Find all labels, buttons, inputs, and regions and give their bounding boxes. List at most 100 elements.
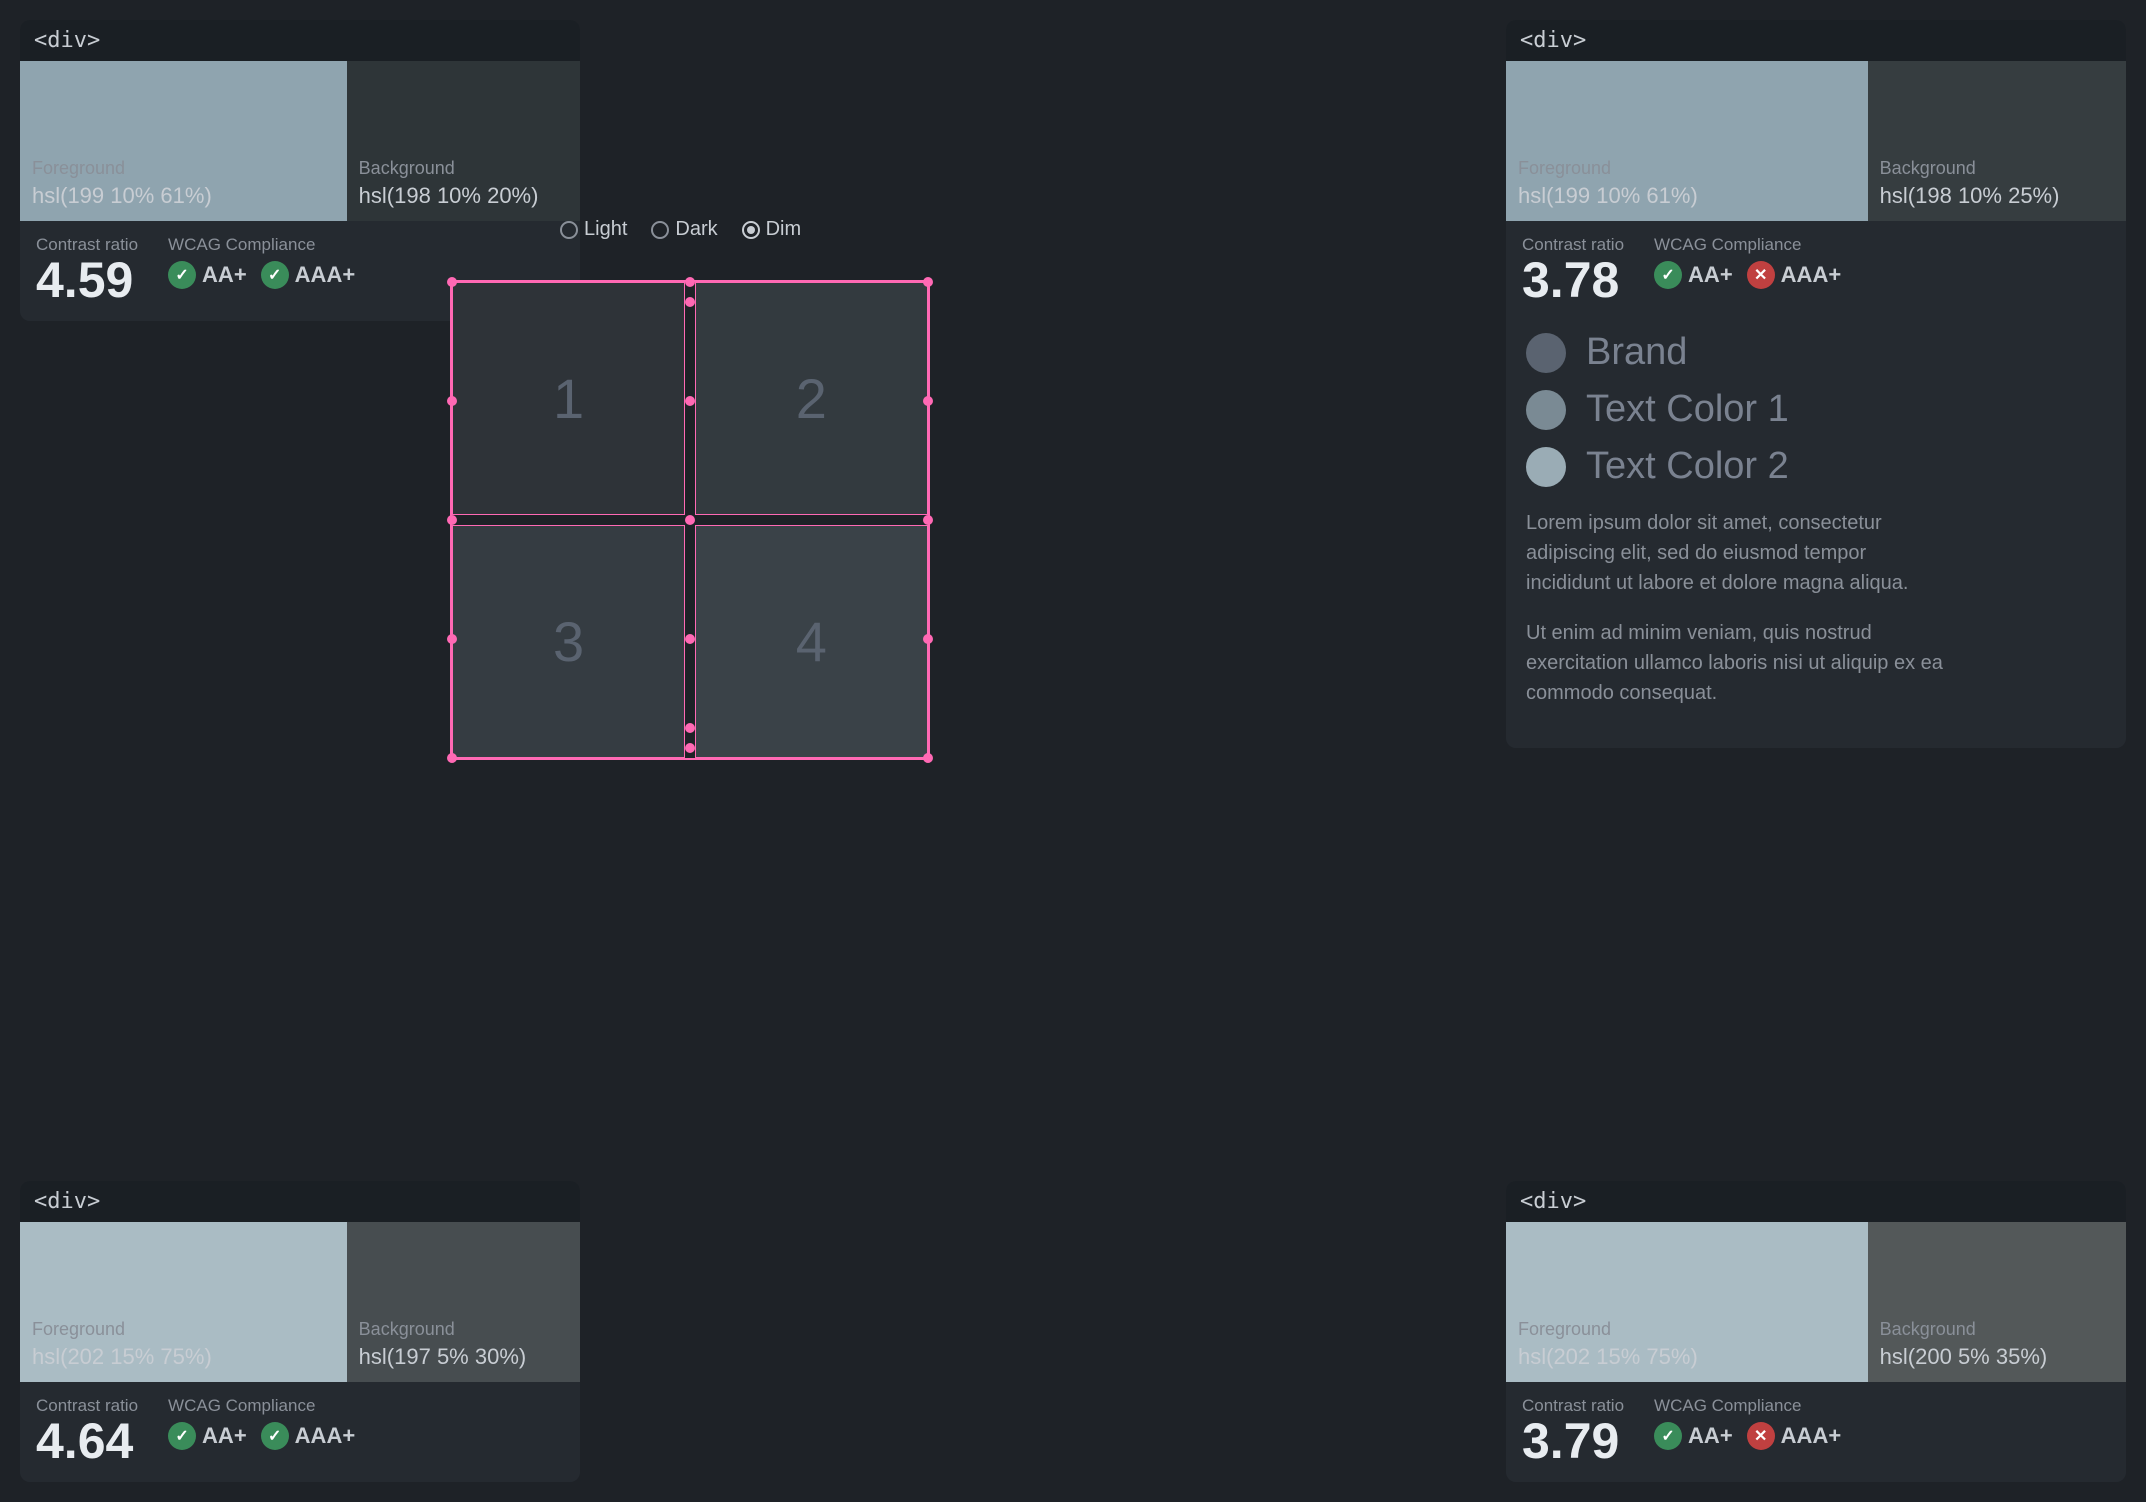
bottom-left-aaa-badge: ✓ AAA+ [261, 1422, 356, 1450]
bottom-right-fg-swatch: Foreground hsl(202 15% 75%) [1506, 1222, 1868, 1382]
theme-dim-radio[interactable] [742, 221, 760, 239]
top-right-bg-swatch: Background hsl(198 10% 25%) [1868, 61, 2126, 221]
bottom-left-contrast-value: 4.64 [36, 1416, 138, 1466]
top-right-bg-label: Background [1880, 158, 2114, 179]
bottom-left-panel: <div> Foreground hsl(202 15% 75%) Backgr… [20, 1181, 580, 1482]
dot-c1 [685, 396, 695, 406]
grid-cell-3-label: 3 [553, 609, 584, 674]
dot-bl [447, 753, 457, 763]
legend-text1-label: Text Color 1 [1586, 388, 1789, 431]
theme-dark-label: Dark [675, 218, 717, 241]
grid-outer: 1 2 3 4 [450, 280, 930, 760]
bottom-left-bg-value: hsl(197 5% 30%) [359, 1344, 568, 1370]
grid-cell-1-label: 1 [553, 366, 584, 431]
bottom-left-aa-icon: ✓ [168, 1422, 196, 1450]
top-left-aa-icon: ✓ [168, 261, 196, 289]
top-left-aa-label: AA+ [202, 262, 247, 288]
top-right-aaa-badge: ✕ AAA+ [1747, 261, 1842, 289]
dot-l1 [447, 396, 457, 406]
theme-dark-option[interactable]: Dark [651, 218, 717, 241]
top-right-swatches: Foreground hsl(199 10% 61%) Background h… [1506, 61, 2126, 221]
bottom-right-bg-label: Background [1880, 1319, 2114, 1340]
top-left-bg-label: Background [359, 158, 568, 179]
legend-area: Brand Text Color 1 Text Color 2 Lorem ip… [1506, 321, 2126, 748]
top-left-tag: <div> [20, 20, 580, 61]
bottom-left-fg-value: hsl(202 15% 75%) [32, 1344, 335, 1370]
top-left-fg-label: Foreground [32, 158, 335, 179]
top-right-fg-swatch: Foreground hsl(199 10% 61%) [1506, 61, 1868, 221]
bottom-right-fg-value: hsl(202 15% 75%) [1518, 1344, 1856, 1370]
bottom-right-bg-value: hsl(200 5% 35%) [1880, 1344, 2114, 1370]
bottom-left-wcag-label: WCAG Compliance [168, 1396, 355, 1416]
bottom-left-bg-swatch: Background hsl(197 5% 30%) [347, 1222, 580, 1382]
top-left-aaa-icon: ✓ [261, 261, 289, 289]
theme-light-option[interactable]: Light [560, 218, 627, 241]
bottom-right-contrast-value: 3.79 [1522, 1416, 1624, 1466]
dot-c2 [685, 634, 695, 644]
legend-text2: Text Color 2 [1526, 445, 2106, 488]
bottom-left-aa-label: AA+ [202, 1423, 247, 1449]
bottom-left-aaa-icon: ✓ [261, 1422, 289, 1450]
dot-br [923, 753, 933, 763]
dot-bc [685, 743, 695, 753]
legend-text2-label: Text Color 2 [1586, 445, 1789, 488]
legend-brand-dot [1526, 333, 1566, 373]
bottom-right-tag: <div> [1506, 1181, 2126, 1222]
bottom-right-aaa-badge: ✕ AAA+ [1747, 1422, 1842, 1450]
dot-top-c [685, 297, 695, 307]
bottom-right-aa-label: AA+ [1688, 1423, 1733, 1449]
top-left-fg-value: hsl(199 10% 61%) [32, 183, 335, 209]
bottom-right-aaa-icon: ✕ [1747, 1422, 1775, 1450]
canvas-area: 1 2 3 4 [440, 270, 940, 780]
bottom-right-wcag-label: WCAG Compliance [1654, 1396, 1841, 1416]
theme-dim-option[interactable]: Dim [742, 218, 802, 241]
top-left-contrast-value: 4.59 [36, 255, 138, 305]
bottom-right-bg-swatch: Background hsl(200 5% 35%) [1868, 1222, 2126, 1382]
bottom-right-aaa-label: AAA+ [1781, 1423, 1842, 1449]
top-left-aaa-badge: ✓ AAA+ [261, 261, 356, 289]
top-right-panel: <div> Foreground hsl(199 10% 61%) Backgr… [1506, 20, 2126, 748]
bottom-right-aa-icon: ✓ [1654, 1422, 1682, 1450]
grid-cell-1: 1 [452, 282, 685, 515]
top-right-aa-icon: ✓ [1654, 261, 1682, 289]
theme-light-radio[interactable] [560, 221, 578, 239]
top-right-tag: <div> [1506, 20, 2126, 61]
top-right-aa-badge: ✓ AA+ [1654, 261, 1733, 289]
bottom-left-stats: Contrast ratio 4.64 WCAG Compliance ✓ AA… [20, 1382, 580, 1482]
bottom-left-fg-swatch: Foreground hsl(202 15% 75%) [20, 1222, 347, 1382]
dot-bot-c [685, 723, 695, 733]
legend-brand-label: Brand [1586, 331, 1687, 374]
top-right-aaa-icon: ✕ [1747, 261, 1775, 289]
bottom-right-swatches: Foreground hsl(202 15% 75%) Background h… [1506, 1222, 2126, 1382]
lorem-p1: Lorem ipsum dolor sit amet, consectetur … [1526, 508, 1946, 598]
bottom-left-bg-label: Background [359, 1319, 568, 1340]
legend-text2-dot [1526, 447, 1566, 487]
top-left-aaa-label: AAA+ [295, 262, 356, 288]
top-right-aa-label: AA+ [1688, 262, 1733, 288]
theme-dark-radio[interactable] [651, 221, 669, 239]
lorem-p2: Ut enim ad minim veniam, quis nostrud ex… [1526, 618, 1946, 708]
bottom-right-fg-label: Foreground [1518, 1319, 1856, 1340]
grid-cell-4-label: 4 [796, 609, 827, 674]
dot-ml [447, 515, 457, 525]
top-right-stats: Contrast ratio 3.78 WCAG Compliance ✓ AA… [1506, 221, 2126, 321]
dot-r1 [923, 396, 933, 406]
dot-mc [685, 515, 695, 525]
top-left-fg-swatch: Foreground hsl(199 10% 61%) [20, 61, 347, 221]
dot-tr [923, 277, 933, 287]
bottom-right-stats: Contrast ratio 3.79 WCAG Compliance ✓ AA… [1506, 1382, 2126, 1482]
bottom-left-swatches: Foreground hsl(202 15% 75%) Background h… [20, 1222, 580, 1382]
grid-cell-3: 3 [452, 525, 685, 758]
top-right-fg-label: Foreground [1518, 158, 1856, 179]
top-right-fg-value: hsl(199 10% 61%) [1518, 183, 1856, 209]
top-right-bg-value: hsl(198 10% 25%) [1880, 183, 2114, 209]
grid-cell-2: 2 [695, 282, 928, 515]
bottom-right-panel: <div> Foreground hsl(202 15% 75%) Backgr… [1506, 1181, 2126, 1482]
legend-text1-dot [1526, 390, 1566, 430]
bottom-right-aa-badge: ✓ AA+ [1654, 1422, 1733, 1450]
top-left-bg-value: hsl(198 10% 20%) [359, 183, 568, 209]
bottom-left-aaa-label: AAA+ [295, 1423, 356, 1449]
top-left-bg-swatch: Background hsl(198 10% 20%) [347, 61, 580, 221]
dot-tl [447, 277, 457, 287]
grid-cell-4: 4 [695, 525, 928, 758]
